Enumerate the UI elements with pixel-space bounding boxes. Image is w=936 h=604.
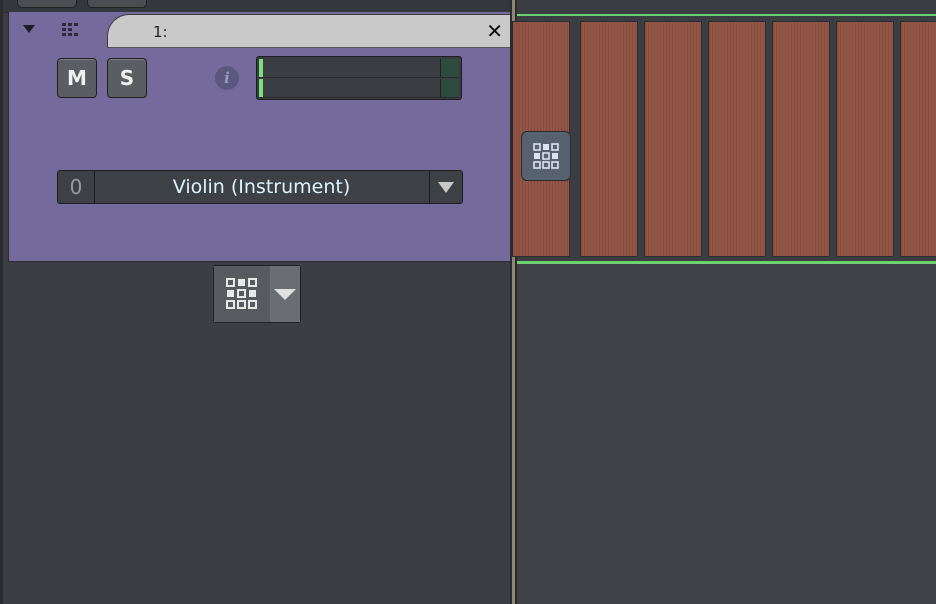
pattern-block[interactable]: [708, 21, 766, 257]
volume-meter: [256, 56, 462, 100]
solo-button[interactable]: S: [107, 58, 147, 98]
track-name: 1:: [153, 23, 168, 41]
grid-icon[interactable]: [214, 266, 271, 322]
meter-left-peak: [440, 59, 459, 77]
grid-icon: [533, 143, 559, 169]
midi-pattern-icon: [61, 22, 83, 42]
chevron-down-icon[interactable]: [429, 171, 462, 203]
track-header: 1: ✕ M S i 0 Violin (Instrument): [8, 12, 514, 262]
pattern-block[interactable]: [836, 21, 894, 257]
meter-left-level: [259, 59, 263, 77]
pattern-block[interactable]: [580, 21, 638, 257]
chevron-down-icon[interactable]: [270, 266, 300, 322]
pattern-editor-button[interactable]: [521, 131, 571, 181]
meter-right-level: [259, 79, 263, 97]
pattern-block[interactable]: [644, 21, 702, 257]
timeline-track-row[interactable]: [512, 14, 936, 264]
instrument-number: 0: [58, 171, 95, 203]
track-list-panel: 1: ✕ M S i 0 Violin (Instrument): [0, 0, 515, 604]
pattern-block[interactable]: [900, 21, 936, 257]
triangle-down-icon[interactable]: [23, 25, 35, 33]
meter-left: [259, 59, 459, 78]
add-track-button[interactable]: [213, 265, 301, 323]
mute-button[interactable]: M: [57, 58, 97, 98]
toolbar-button-2[interactable]: [87, 0, 147, 8]
close-icon[interactable]: ✕: [486, 19, 503, 43]
timeline-panel: [512, 0, 936, 604]
track-name-field[interactable]: 1: ✕: [107, 14, 513, 48]
meter-right: [259, 79, 459, 98]
track-header-bar: 1: ✕: [9, 12, 513, 48]
toolbar-button-1[interactable]: [17, 0, 77, 8]
timeline-ruler[interactable]: [517, 0, 936, 15]
instrument-name: Violin (Instrument): [172, 176, 351, 198]
instrument-select[interactable]: 0 Violin (Instrument): [57, 170, 463, 204]
info-icon[interactable]: i: [215, 66, 239, 90]
pattern-block[interactable]: [772, 21, 830, 257]
meter-right-peak: [440, 79, 459, 97]
